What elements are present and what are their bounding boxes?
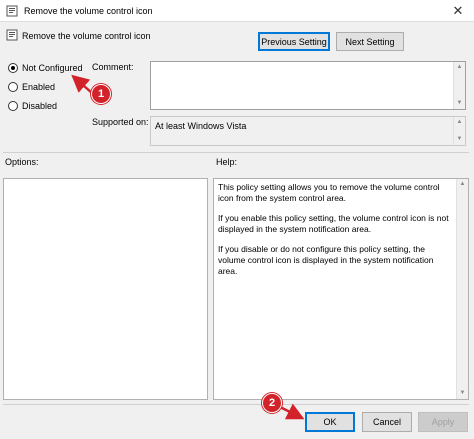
radio-not-configured-label: Not Configured <box>22 63 83 73</box>
help-paragraph-2: If you enable this policy setting, the v… <box>218 213 449 234</box>
radio-not-configured[interactable]: Not Configured <box>8 63 83 73</box>
radio-disabled-indicator[interactable] <box>8 101 18 111</box>
cancel-button[interactable]: Cancel <box>362 412 412 432</box>
help-text: This policy setting allows you to remove… <box>218 182 454 286</box>
scroll-down-icon[interactable]: ▼ <box>457 388 468 399</box>
title-bar: Remove the volume control icon ✕ <box>0 0 474 22</box>
previous-setting-button[interactable]: Previous Setting <box>258 32 330 51</box>
comment-textarea[interactable]: ▲ ▼ <box>150 61 466 110</box>
help-paragraph-3: If you disable or do not configure this … <box>218 244 434 276</box>
next-setting-button[interactable]: Next Setting <box>336 32 404 51</box>
radio-enabled-indicator[interactable] <box>8 82 18 92</box>
policy-icon <box>6 29 18 41</box>
scroll-up-icon[interactable]: ▲ <box>454 62 465 73</box>
scroll-up-icon[interactable]: ▲ <box>454 117 465 128</box>
window-title: Remove the volume control icon <box>24 6 153 16</box>
policy-name: Remove the volume control icon <box>22 31 151 41</box>
policy-icon <box>6 5 18 17</box>
help-paragraph-1: This policy setting allows you to remove… <box>218 182 440 203</box>
close-button[interactable]: ✕ <box>450 3 466 19</box>
scroll-up-icon[interactable]: ▲ <box>457 179 468 190</box>
footer-divider <box>3 404 469 405</box>
supported-scrollbar[interactable]: ▲ ▼ <box>453 117 465 145</box>
comment-scrollbar[interactable]: ▲ ▼ <box>453 62 465 109</box>
radio-enabled-label: Enabled <box>22 82 56 92</box>
supported-on-label: Supported on: <box>92 117 149 127</box>
apply-button[interactable]: Apply <box>418 412 468 432</box>
radio-not-configured-indicator[interactable] <box>8 63 18 73</box>
comment-label: Comment: <box>92 62 134 72</box>
annotation-arrow-2 <box>279 403 305 420</box>
section-divider <box>3 152 469 153</box>
radio-enabled[interactable]: Enabled <box>8 82 55 92</box>
scroll-down-icon[interactable]: ▼ <box>454 134 465 145</box>
supported-on-value: At least Windows Vista <box>155 121 247 131</box>
annotation-arrow-1 <box>71 74 93 94</box>
scroll-down-icon[interactable]: ▼ <box>454 98 465 109</box>
annotation-badge-1: 1 <box>91 84 111 104</box>
help-panel: This policy setting allows you to remove… <box>213 178 469 400</box>
ok-button[interactable]: OK <box>305 412 355 432</box>
supported-on-field: At least Windows Vista ▲ ▼ <box>150 116 466 146</box>
options-label: Options: <box>5 157 39 167</box>
annotation-badge-2: 2 <box>262 393 282 413</box>
options-panel <box>3 178 208 400</box>
help-label: Help: <box>216 157 238 167</box>
radio-disabled[interactable]: Disabled <box>8 101 57 111</box>
help-scrollbar[interactable]: ▲ ▼ <box>456 179 468 399</box>
radio-disabled-label: Disabled <box>22 101 58 111</box>
